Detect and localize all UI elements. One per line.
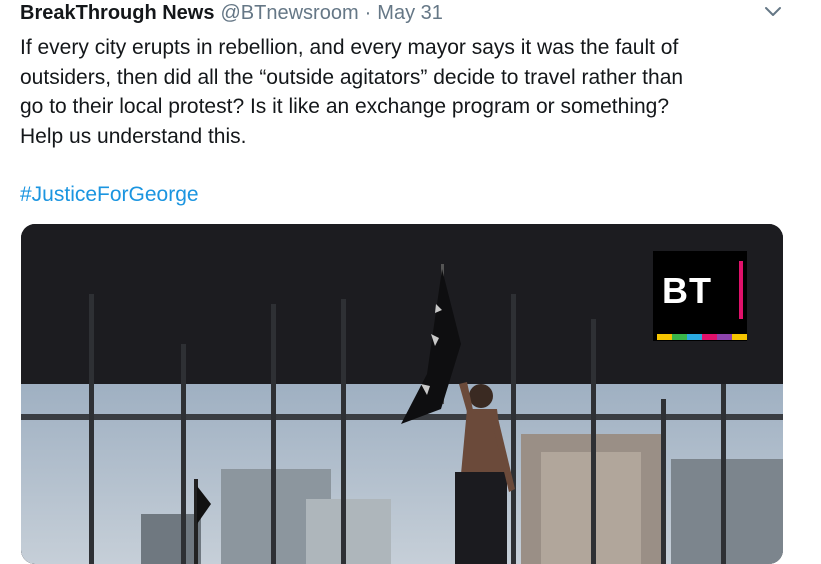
bt-logo-stripe	[657, 334, 747, 340]
tweet-header: BreakThrough News @BTnewsroom · May 31	[20, 2, 443, 28]
separator-dot: ·	[364, 2, 372, 24]
bt-logo: BT	[653, 251, 747, 341]
tweet-date[interactable]: May 31	[377, 2, 443, 25]
bt-logo-text: BT	[662, 270, 712, 311]
chevron-down-icon[interactable]	[764, 5, 782, 19]
tweet-text: If every city erupts in rebellion, and e…	[20, 36, 684, 148]
tweet-video[interactable]: BT	[21, 224, 783, 564]
author-name[interactable]: BreakThrough News	[20, 2, 214, 25]
author-handle[interactable]: @BTnewsroom	[220, 2, 358, 25]
bt-logo-accent-bar	[739, 261, 743, 319]
hashtag-link[interactable]: #JusticeForGeorge	[20, 180, 199, 209]
